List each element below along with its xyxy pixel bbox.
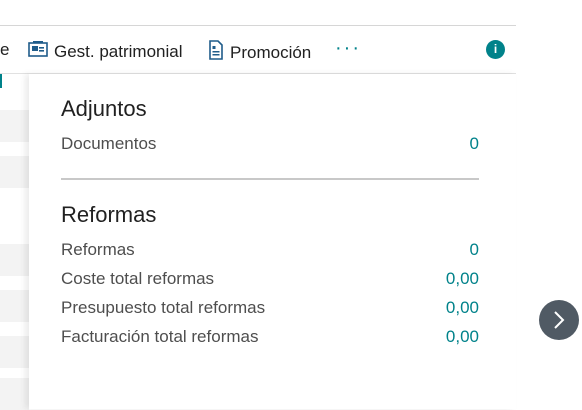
row-label: Reformas [61, 240, 135, 259]
truncated-action-label[interactable]: e [0, 40, 9, 60]
list-row[interactable] [0, 244, 29, 276]
top-strip [0, 0, 516, 26]
action-bar: e Gest. patrimonial Promoción ··· [0, 26, 516, 74]
more-actions-button[interactable]: ··· [335, 37, 361, 60]
info-icon[interactable]: i [486, 40, 505, 59]
list-row[interactable] [0, 378, 29, 410]
list-row[interactable] [0, 156, 29, 188]
chevron-right-icon [554, 311, 565, 329]
adjuntos-title: Adjuntos [61, 96, 147, 121]
row-value[interactable]: 0 [470, 134, 479, 154]
row-label: Documentos [61, 134, 157, 153]
row-value[interactable]: 0,00 [446, 327, 479, 347]
list-row[interactable] [0, 290, 29, 322]
row-label: Coste total reformas [61, 269, 215, 288]
row-value[interactable]: 0,00 [446, 298, 479, 318]
asset-management-icon [28, 40, 48, 63]
list-row[interactable] [0, 336, 29, 368]
gest-patrimonial-button[interactable]: Gest. patrimonial [28, 40, 183, 63]
promocion-label: Promoción [230, 42, 312, 62]
list-row[interactable] [0, 110, 29, 142]
gest-patrimonial-label: Gest. patrimonial [54, 41, 183, 61]
right-gutter [516, 0, 582, 409]
facturacion-total-reformas-row: Facturación total reformas 0,00 [61, 327, 479, 347]
row-value[interactable]: 0 [470, 240, 479, 260]
section-divider [61, 178, 479, 180]
reformas-title: Reformas [61, 202, 157, 227]
next-button[interactable] [539, 300, 579, 340]
selection-marker [0, 74, 2, 88]
promocion-button[interactable]: Promoción [208, 40, 311, 65]
left-list [0, 74, 29, 410]
factbox-panel: Adjuntos Documentos 0 Reformas Reformas … [29, 74, 516, 409]
presupuesto-total-reformas-row: Presupuesto total reformas 0,00 [61, 298, 479, 318]
row-label: Facturación total reformas [61, 327, 259, 346]
documentos-row: Documentos 0 [61, 134, 479, 154]
document-icon [208, 40, 224, 65]
row-value[interactable]: 0,00 [446, 269, 479, 289]
row-label: Presupuesto total reformas [61, 298, 266, 317]
reformas-row: Reformas 0 [61, 240, 479, 260]
coste-total-reformas-row: Coste total reformas 0,00 [61, 269, 479, 289]
